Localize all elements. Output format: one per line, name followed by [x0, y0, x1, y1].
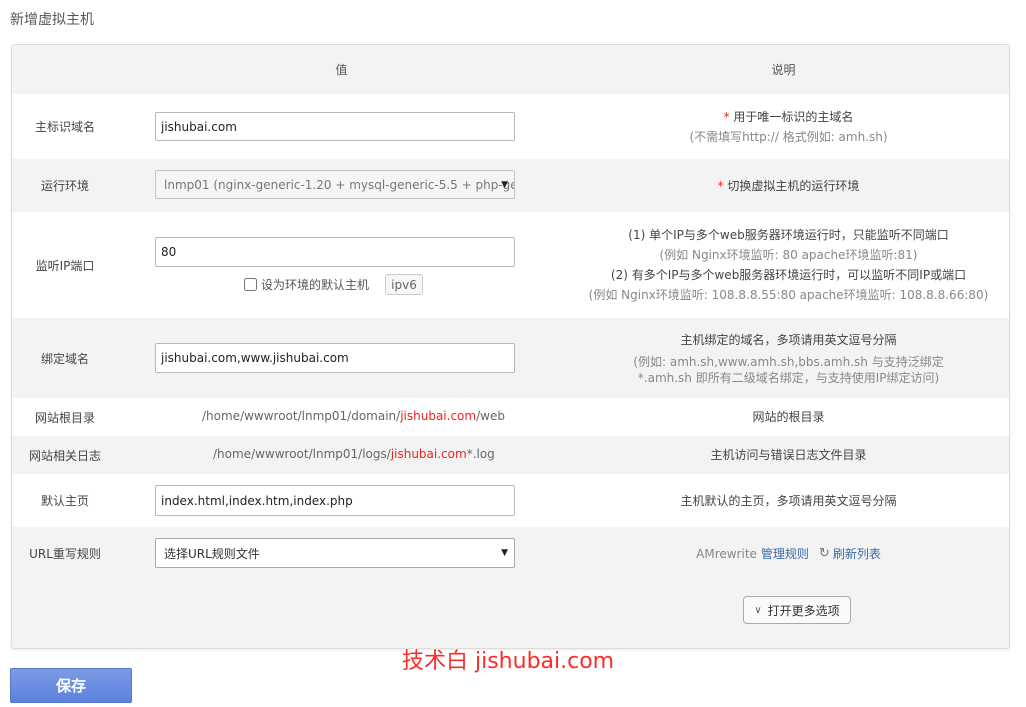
default-host-label: 设为环境的默认主机 — [261, 278, 370, 292]
manage-rules-link[interactable]: 管理规则 — [761, 545, 809, 562]
url-rewrite-select[interactable]: 选择URL规则文件 ▼ — [155, 538, 515, 568]
dropdown-arrow-icon: ▼ — [501, 179, 508, 190]
watermark-text: 技术白 jishubai.com — [402, 649, 615, 674]
main-domain-hint: (不需填写http:// 格式例如: amh.sh) — [689, 129, 888, 144]
bind-domain-hint-1: (例如: amh.sh,www.amh.sh,bbs.amh.sh 与支持泛绑定 — [633, 355, 944, 369]
main-domain-input[interactable] — [155, 112, 515, 141]
default-host-checkbox[interactable] — [244, 278, 257, 291]
listen-port-label: 监听IP端口 — [35, 258, 95, 273]
bind-domain-input[interactable] — [155, 343, 515, 373]
web-root-desc: 网站的根目录 — [752, 410, 825, 424]
chevron-down-icon: ∨ — [754, 604, 762, 616]
more-options-label: 打开更多选项 — [767, 603, 840, 618]
environment-desc: * 切换虚拟主机的运行环境 — [717, 178, 860, 193]
row-more-options: ∨ 打开更多选项 — [12, 580, 1009, 648]
default-index-label: 默认主页 — [40, 494, 89, 508]
environment-label: 运行环境 — [40, 179, 89, 193]
table-header: 值 说明 — [12, 45, 1009, 94]
url-rewrite-selected-value: 选择URL规则文件 — [164, 546, 260, 561]
web-log-label: 网站相关日志 — [28, 448, 101, 463]
main-domain-desc: * 用于唯一标识的主域名 — [723, 109, 854, 124]
row-default-index: 默认主页 主机默认的主页，多项请用英文逗号分隔 — [12, 474, 1009, 527]
ipv6-button[interactable]: ipv6 — [385, 274, 423, 295]
value-column-header: 值 — [335, 63, 348, 77]
save-button[interactable]: 保存 — [10, 668, 132, 703]
url-rewrite-label: URL重写规则 — [29, 547, 101, 561]
listen-port-hint-2: (例如 Nginx环境监听: 108.8.8.55:80 apache环境监听:… — [588, 288, 989, 302]
environment-select[interactable]: lnmp01 (nginx-generic-1.20 + mysql-gener… — [155, 170, 515, 199]
web-log-path: /home/wwwroot/lnmp01/logs/jishubai.com*.… — [213, 447, 495, 461]
default-host-option[interactable]: 设为环境的默认主机 — [244, 276, 369, 293]
page-title: 新增虚拟主机 — [10, 12, 94, 28]
environment-selected-value: lnmp01 (nginx-generic-1.20 + mysql-gener… — [164, 177, 514, 192]
desc-column-header: 说明 — [771, 63, 796, 77]
web-root-path: /home/wwwroot/lnmp01/domain/jishubai.com… — [202, 409, 505, 423]
default-index-input[interactable] — [155, 485, 515, 516]
listen-port-input[interactable] — [155, 237, 515, 267]
bind-domain-hint-2: *.amh.sh 即所有二级域名绑定，与支持使用IP绑定访问) — [637, 371, 940, 385]
refresh-list-link[interactable]: 刷新列表 — [833, 545, 881, 562]
row-main-domain: 主标识域名 * 用于唯一标识的主域名 (不需填写http:// 格式例如: am… — [12, 94, 1009, 159]
web-log-desc: 主机访问与错误日志文件目录 — [710, 448, 867, 462]
listen-port-desc-2: (2) 有多个IP与多个web服务器环境运行时，可以监听不同IP或端口 — [610, 268, 967, 282]
bind-domain-label: 绑定域名 — [40, 351, 89, 366]
listen-port-hint-1: (例如 Nginx环境监听: 80 apache环境监听:81) — [659, 248, 918, 262]
form-panel: 值 说明 主标识域名 * 用于唯一标识的主域名 (不需填写http:// 格式例… — [11, 44, 1010, 649]
main-domain-label: 主标识域名 — [34, 120, 95, 134]
row-listen-port: 监听IP端口 设为环境的默认主机 ipv6 (1) 单个IP与多个web服务器环… — [12, 212, 1009, 318]
default-index-desc: 主机默认的主页，多项请用英文逗号分隔 — [680, 493, 897, 508]
amrewrite-label: AMrewrite — [696, 546, 757, 561]
bind-domain-desc: 主机绑定的域名，多项请用英文逗号分隔 — [680, 333, 897, 347]
row-environment: 运行环境 lnmp01 (nginx-generic-1.20 + mysql-… — [12, 159, 1009, 212]
dropdown-arrow-icon: ▼ — [501, 548, 508, 558]
more-options-button[interactable]: ∨ 打开更多选项 — [743, 596, 851, 624]
web-root-label: 网站根目录 — [34, 410, 95, 425]
row-bind-domain: 绑定域名 主机绑定的域名，多项请用英文逗号分隔 (例如: amh.sh,www.… — [12, 318, 1009, 398]
refresh-icon[interactable]: ↻ — [819, 546, 830, 561]
row-web-root: 网站根目录 /home/wwwroot/lnmp01/domain/jishub… — [12, 398, 1009, 436]
listen-port-desc-1: (1) 单个IP与多个web服务器环境运行时，只能监听不同端口 — [628, 228, 949, 242]
row-url-rewrite: URL重写规则 选择URL规则文件 ▼ AMrewrite 管理规则 ↻ 刷新列… — [12, 527, 1009, 580]
row-web-log: 网站相关日志 /home/wwwroot/lnmp01/logs/jishuba… — [12, 436, 1009, 474]
